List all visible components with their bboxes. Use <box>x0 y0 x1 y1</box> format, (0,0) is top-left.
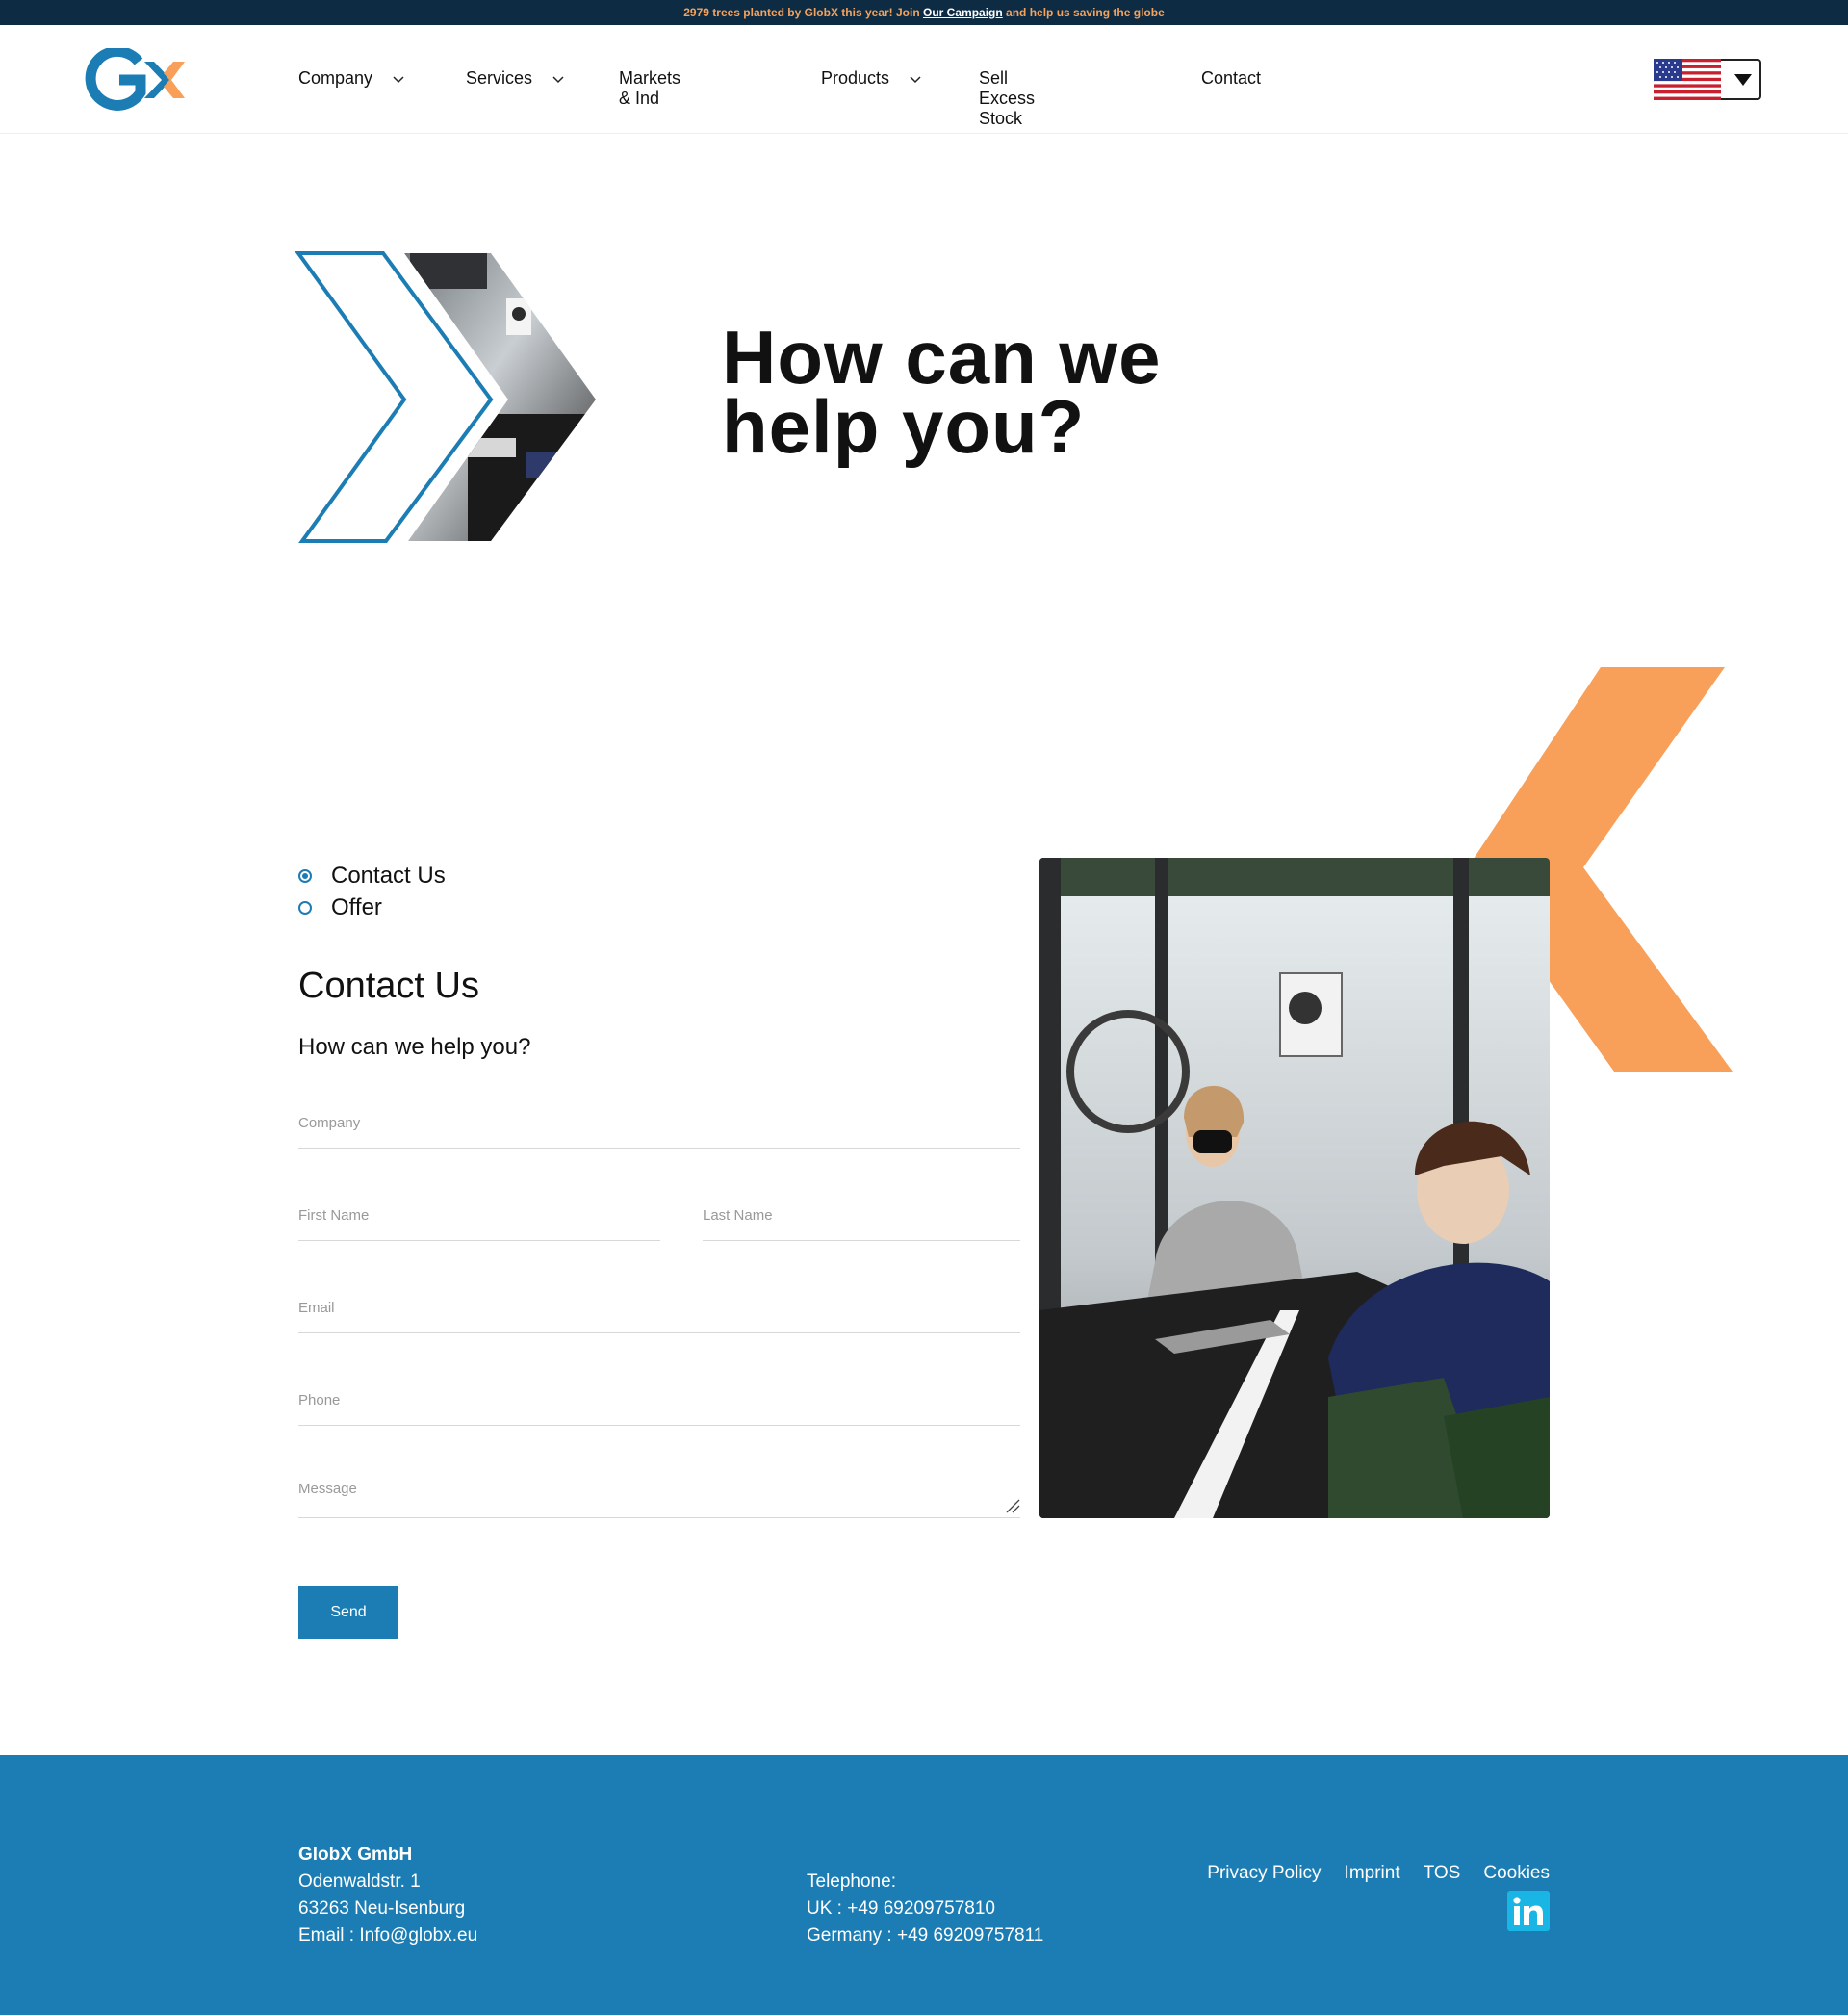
site-footer: GlobX GmbH Odenwaldstr. 1 63263 Neu-Isen… <box>0 1755 1848 2015</box>
first-name-field <box>298 1190 660 1241</box>
footer-link-cookies[interactable]: Cookies <box>1483 1863 1550 1884</box>
footer-email[interactable]: Email : Info@globx.eu <box>298 1923 477 1950</box>
nav-products[interactable]: Products <box>821 68 922 89</box>
footer-telephone-label: Telephone: <box>807 1872 896 1892</box>
radio-offer[interactable]: Offer <box>298 891 446 923</box>
campaign-link[interactable]: Our Campaign <box>923 6 1003 19</box>
last-name-field <box>703 1190 1020 1241</box>
linkedin-icon[interactable] <box>1507 1891 1550 1931</box>
email-field <box>298 1282 1020 1333</box>
footer-link-privacy[interactable]: Privacy Policy <box>1207 1863 1321 1884</box>
footer-company-name: GlobX GmbH <box>298 1845 413 1865</box>
nav-company-label: Company <box>298 68 373 88</box>
radio-contact-us-label: Contact Us <box>331 862 446 889</box>
footer-phone-de[interactable]: Germany : +49 69209757811 <box>807 1923 1043 1950</box>
footer-link-imprint[interactable]: Imprint <box>1345 1863 1400 1884</box>
form-title: Contact Us <box>298 966 479 1006</box>
top-banner: 2979 trees planted by GlobX this year! J… <box>0 0 1848 25</box>
hero-title: How can we help you? <box>722 315 1299 469</box>
site-header: Company Services Markets & Ind Products … <box>0 25 1848 134</box>
form-type-radio-group: Contact Us Offer <box>298 860 446 923</box>
footer-link-tos[interactable]: TOS <box>1424 1863 1461 1884</box>
chevron-down-icon <box>910 75 921 83</box>
nav-markets[interactable]: Markets & Ind <box>619 68 680 109</box>
footer-phone-uk[interactable]: UK : +49 69209757810 <box>807 1896 1043 1923</box>
hero-chevron-graphic <box>295 251 596 543</box>
chevron-down-icon <box>393 75 404 83</box>
message-textarea[interactable] <box>298 1481 1020 1519</box>
hero-title-line1: How can we <box>722 315 1162 400</box>
radio-contact-us[interactable]: Contact Us <box>298 860 446 891</box>
phone-input[interactable] <box>298 1392 1020 1408</box>
nav-services[interactable]: Services <box>466 68 565 89</box>
resize-handle-icon[interactable] <box>1003 1496 1020 1513</box>
nav-markets-label: Markets & Ind <box>619 68 681 108</box>
nav-sell-excess-stock[interactable]: Sell Excess Stock <box>979 68 1035 129</box>
footer-address-line1: Odenwaldstr. 1 <box>298 1872 421 1892</box>
us-flag-icon <box>1654 59 1721 100</box>
caret-down-icon <box>1734 73 1752 86</box>
nav-sell-label: Sell Excess Stock <box>979 68 1036 128</box>
footer-address-line2: 63263 Neu-Isenburg <box>298 1899 466 1919</box>
banner-text: 2979 trees planted by GlobX this year! J… <box>683 6 920 19</box>
language-select[interactable] <box>1654 59 1761 100</box>
nav-contact-label: Contact <box>1201 68 1262 88</box>
first-name-input[interactable] <box>298 1207 660 1224</box>
banner-text-end: and help us saving the globe <box>1006 6 1165 19</box>
nav-services-label: Services <box>466 68 533 88</box>
globx-logo[interactable] <box>85 48 192 112</box>
send-button[interactable]: Send <box>298 1586 398 1639</box>
last-name-input[interactable] <box>703 1207 1020 1224</box>
hero-title-line2: help you? <box>722 384 1086 469</box>
nav-company[interactable]: Company <box>298 68 405 89</box>
footer-address: GlobX GmbH Odenwaldstr. 1 63263 Neu-Isen… <box>298 1842 477 1950</box>
radio-offer-label: Offer <box>331 893 382 920</box>
footer-telephone: Telephone: UK : +49 69209757810 Germany … <box>807 1869 1043 1950</box>
nav-contact[interactable]: Contact <box>1201 68 1261 89</box>
email-input[interactable] <box>298 1300 1020 1316</box>
office-meeting-photo <box>1040 858 1550 1518</box>
footer-links: Privacy Policy Imprint TOS Cookies <box>1207 1863 1550 1884</box>
radio-unselected-icon[interactable] <box>298 900 312 915</box>
nav-products-label: Products <box>821 68 890 88</box>
message-field <box>298 1467 1020 1519</box>
company-field <box>298 1098 1020 1149</box>
form-subtitle: How can we help you? <box>298 1034 531 1060</box>
radio-selected-icon[interactable] <box>298 868 312 883</box>
phone-field <box>298 1375 1020 1426</box>
chevron-down-icon <box>552 75 564 83</box>
company-input[interactable] <box>298 1115 1020 1131</box>
